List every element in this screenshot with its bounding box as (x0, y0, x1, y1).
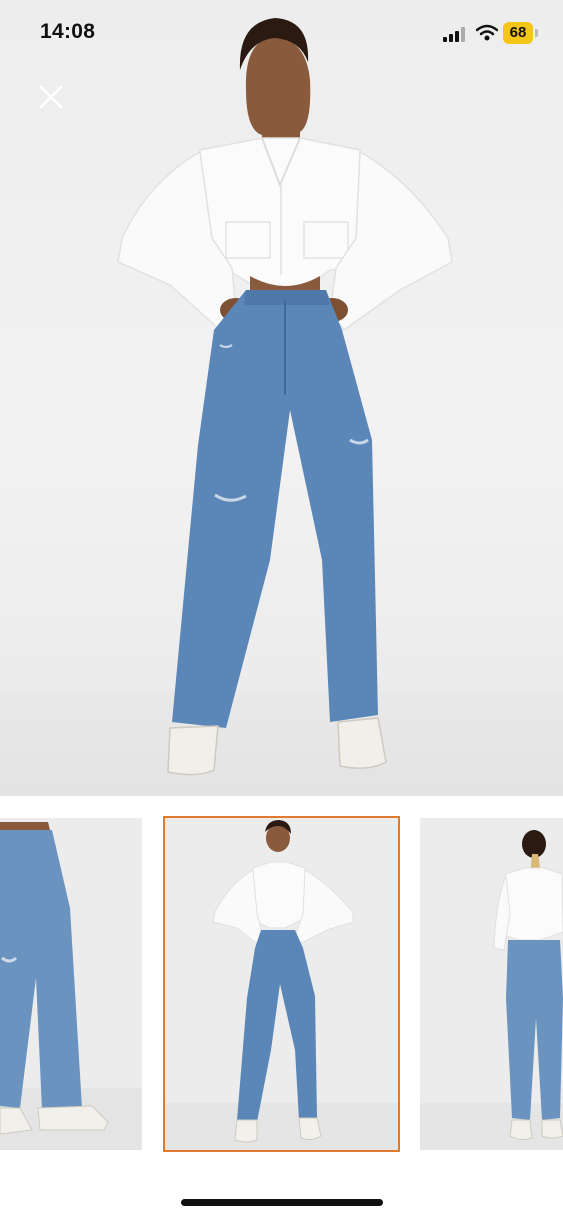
close-button[interactable] (36, 82, 66, 112)
battery-icon: 68 (503, 22, 533, 44)
status-bar: 14:08 68 (0, 0, 563, 66)
thumbnail-gallery (0, 816, 563, 1152)
thumbnail-image (420, 818, 563, 1150)
signal-icon (443, 27, 465, 42)
thumbnail-image (165, 818, 398, 1150)
thumbnail-front-view[interactable] (163, 816, 400, 1152)
battery-cap (535, 29, 538, 37)
product-main-image[interactable] (0, 0, 563, 796)
home-indicator[interactable] (181, 1199, 383, 1206)
thumbnail-back-view[interactable] (420, 818, 563, 1150)
close-icon (39, 85, 63, 109)
thumbnail-image (0, 818, 142, 1150)
model-figure (117, 18, 453, 776)
status-time: 14:08 (40, 20, 96, 43)
thumbnail-jeans-closeup[interactable] (0, 818, 142, 1150)
wifi-icon (476, 24, 498, 41)
